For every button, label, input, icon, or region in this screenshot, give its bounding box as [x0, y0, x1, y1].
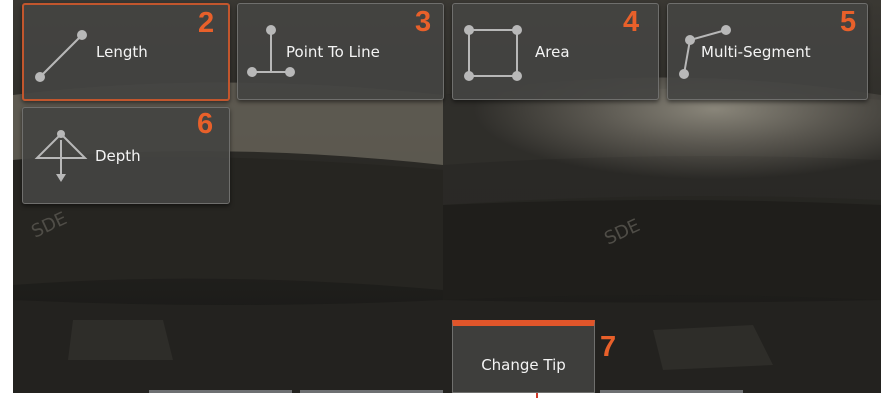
- callout-number: 5: [840, 6, 857, 38]
- callout-number: 2: [198, 7, 215, 39]
- point-to-line-label: Point To Line: [286, 42, 380, 61]
- multi-segment-button[interactable]: Multi-Segment 5: [667, 3, 868, 100]
- depth-icon: [34, 130, 88, 182]
- area-label: Area: [535, 42, 570, 61]
- callout-number: 6: [197, 108, 214, 140]
- length-button[interactable]: Length 2: [22, 3, 230, 101]
- change-tip-button[interactable]: Change Tip: [452, 320, 595, 393]
- bottom-border: [13, 393, 881, 399]
- callout-number: 4: [623, 6, 640, 38]
- area-button[interactable]: Area 4: [452, 3, 659, 100]
- depth-button[interactable]: Depth 6: [22, 107, 230, 204]
- change-tip-label: Change Tip: [481, 356, 566, 374]
- depth-label: Depth: [95, 146, 141, 165]
- length-label: Length: [96, 43, 148, 61]
- point-to-line-button[interactable]: Point To Line 3: [237, 3, 444, 100]
- area-icon: [464, 25, 522, 81]
- callout-number: 3: [415, 6, 432, 38]
- length-icon: [35, 30, 87, 82]
- callout-number: 7: [600, 331, 617, 363]
- marker-tick: [536, 393, 538, 398]
- multi-segment-label: Multi-Segment: [701, 42, 811, 61]
